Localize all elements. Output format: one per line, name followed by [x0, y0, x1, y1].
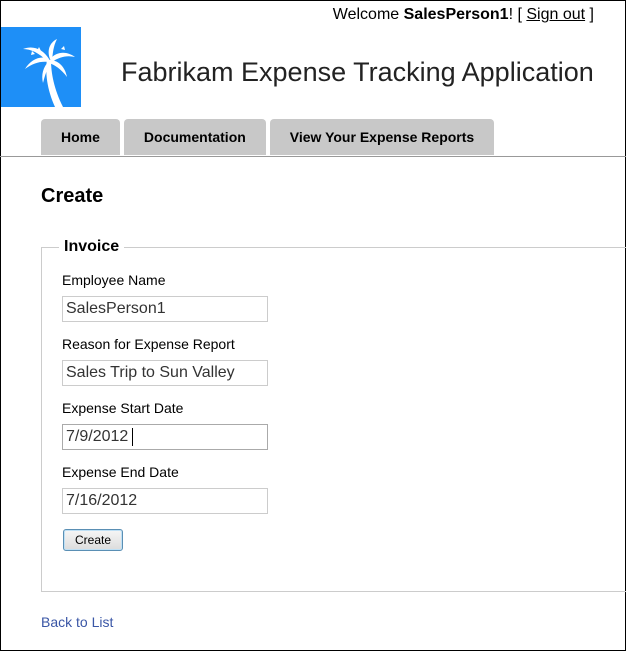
end-date-input[interactable] [62, 488, 268, 514]
back-to-list-link[interactable]: Back to List [41, 614, 113, 630]
tab-home[interactable]: Home [41, 119, 120, 155]
start-date-label: Expense Start Date [62, 400, 184, 416]
end-date-label: Expense End Date [62, 464, 179, 480]
username: SalesPerson1 [403, 6, 509, 23]
employee-name-input[interactable] [62, 296, 268, 322]
employee-name-label: Employee Name [62, 272, 166, 288]
welcome-bracket-open: ! [ [508, 6, 522, 23]
tab-view-expense-reports[interactable]: View Your Expense Reports [269, 119, 495, 155]
palm-tree-icon [1, 27, 81, 107]
main-nav: Home Documentation View Your Expense Rep… [41, 119, 498, 155]
reason-input[interactable] [62, 360, 268, 386]
welcome-prefix: Welcome [332, 6, 400, 23]
tab-documentation[interactable]: Documentation [123, 119, 266, 155]
reason-label: Reason for Expense Report [62, 336, 235, 352]
sign-out-link[interactable]: Sign out [526, 6, 585, 23]
text-caret [132, 428, 133, 446]
page-title: Create [41, 185, 104, 207]
welcome-bar: Welcome SalesPerson1! [ Sign out ] [333, 6, 594, 24]
welcome-bracket-close: ] [589, 6, 594, 23]
app-title: Fabrikam Expense Tracking Application [121, 57, 594, 87]
fieldset-legend: Invoice [59, 238, 125, 256]
create-button[interactable]: Create [63, 529, 123, 551]
nav-divider [0, 156, 626, 157]
start-date-input[interactable] [62, 424, 268, 450]
